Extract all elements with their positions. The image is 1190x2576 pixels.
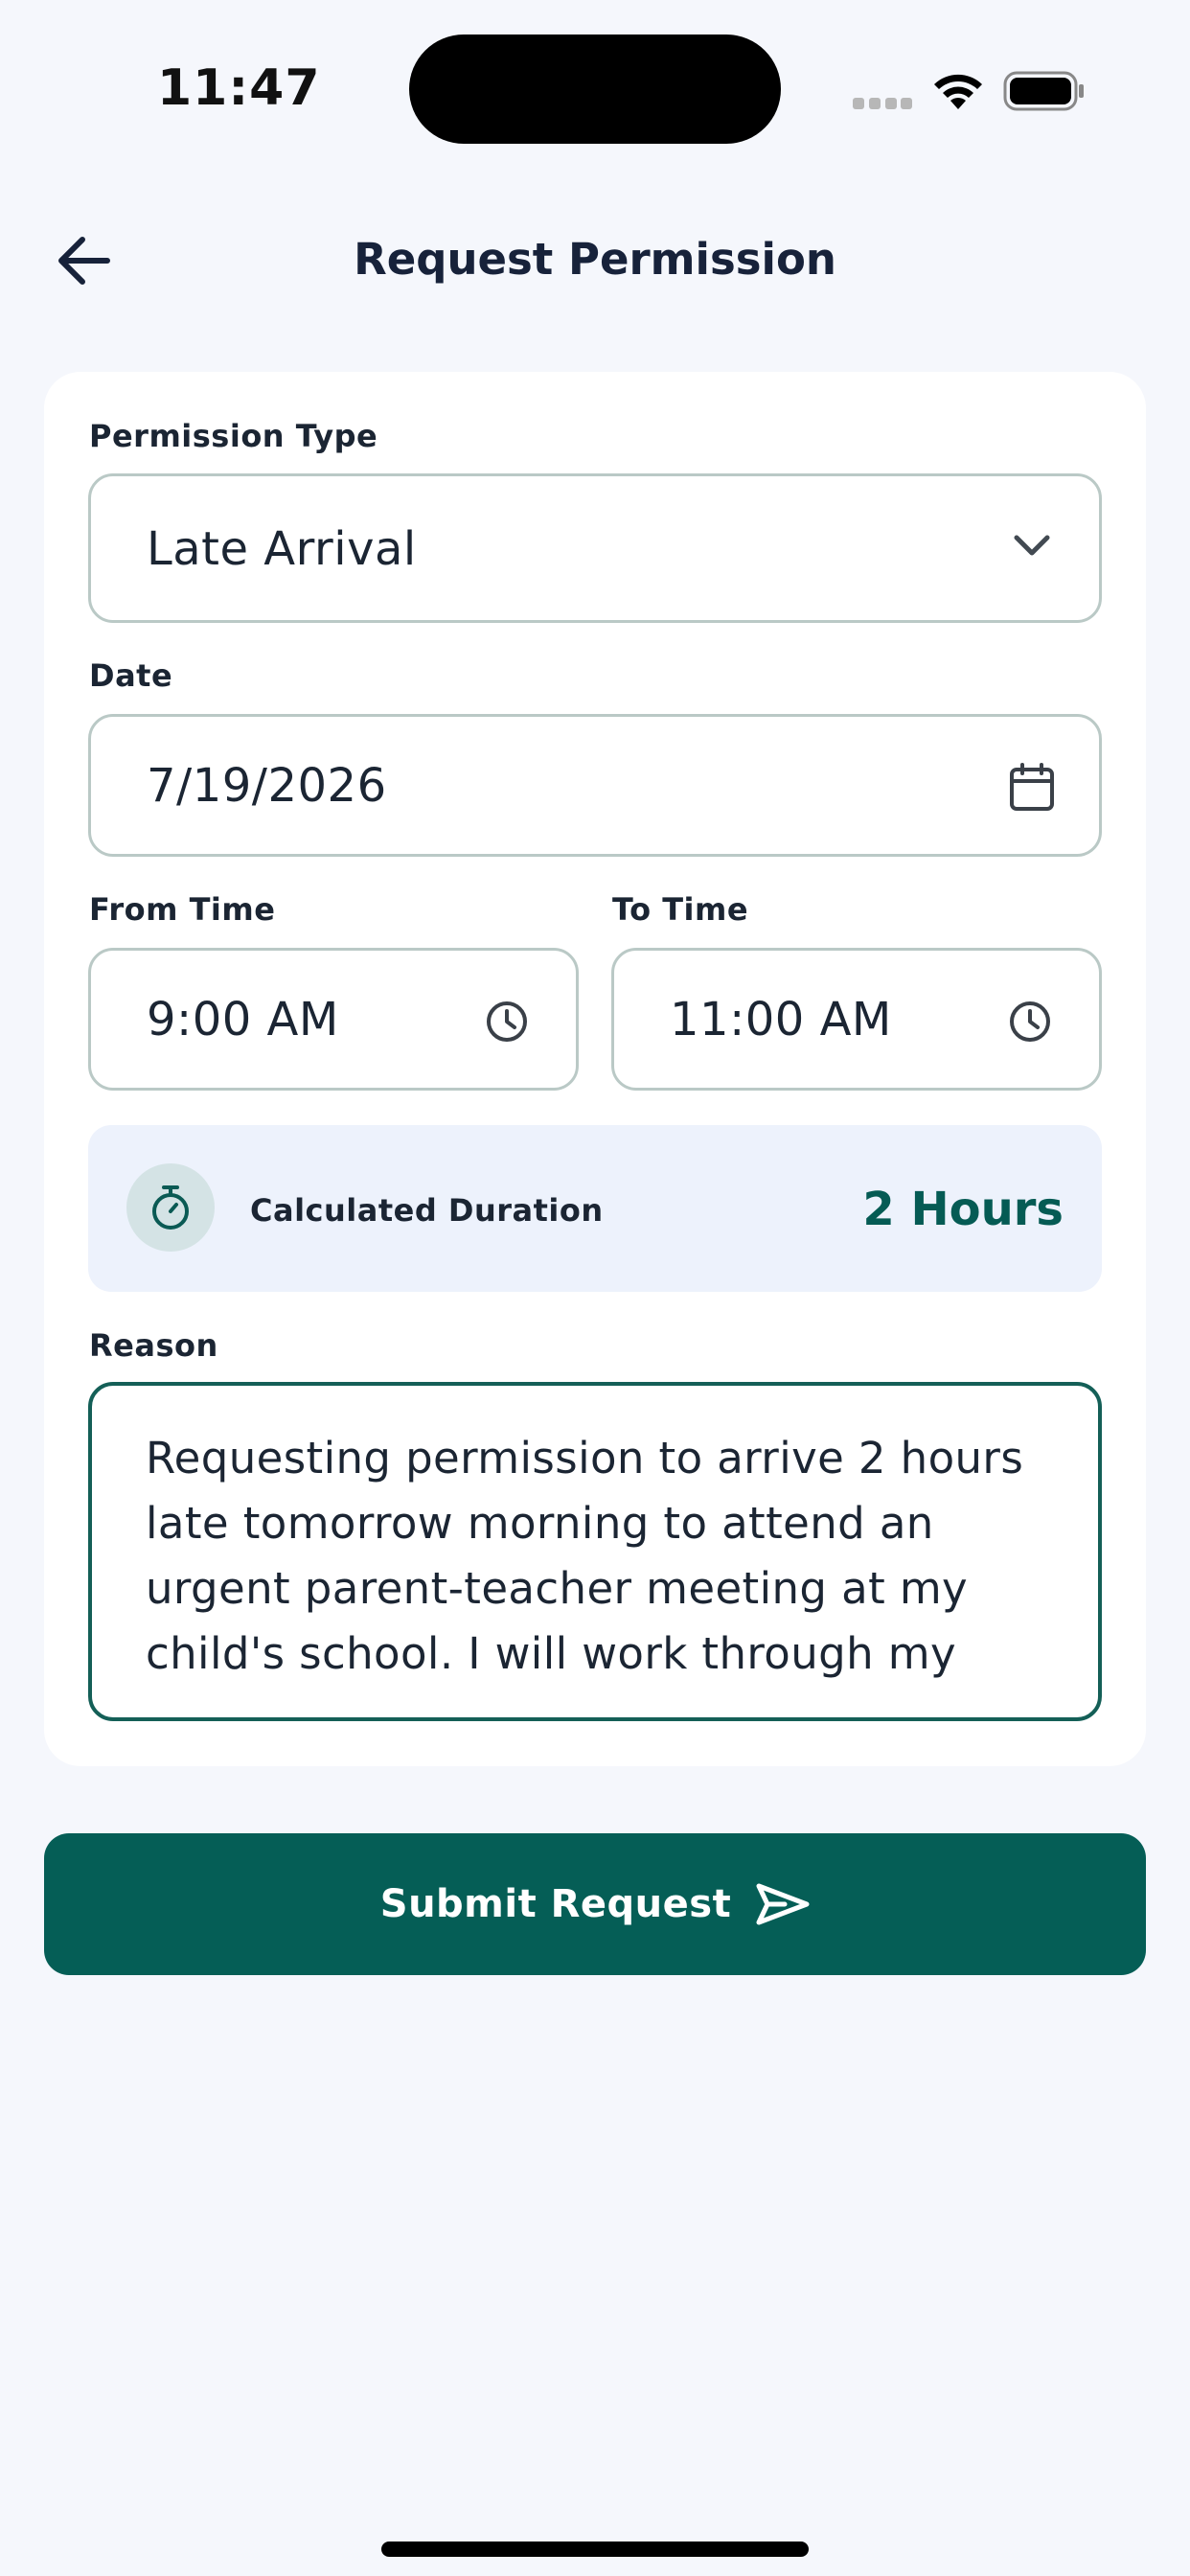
duration-value: 2 Hours — [862, 1183, 1064, 1236]
from-time-value: 9:00 AM — [147, 993, 339, 1046]
clock-icon — [1010, 1001, 1050, 1042]
wifi-icon — [934, 74, 982, 109]
status-time: 11:47 — [157, 59, 321, 117]
page-title: Request Permission — [354, 234, 836, 285]
duration-panel: Calculated Duration 2 Hours — [88, 1125, 1102, 1292]
reason-text: Requesting permission to arrive 2 hours … — [146, 1433, 1024, 1679]
dynamic-island — [409, 34, 781, 144]
reason-textarea[interactable]: Requesting permission to arrive 2 hours … — [88, 1382, 1102, 1721]
to-time-field[interactable]: 11:00 AM — [611, 948, 1102, 1091]
date-label: Date — [89, 657, 173, 694]
battery-icon — [1003, 71, 1084, 111]
stopwatch-icon — [152, 1185, 189, 1230]
clock-icon — [487, 1001, 527, 1042]
submit-request-button[interactable]: Submit Request — [44, 1833, 1146, 1975]
date-value: 7/19/2026 — [147, 759, 387, 813]
screen: 11:47 Request Permission Permission Type… — [0, 0, 1190, 2576]
date-field[interactable]: 7/19/2026 — [88, 714, 1102, 857]
permission-type-label: Permission Type — [89, 418, 378, 454]
permission-type-select[interactable]: Late Arrival — [88, 473, 1102, 623]
chevron-down-icon — [1014, 535, 1050, 556]
duration-label: Calculated Duration — [250, 1192, 604, 1229]
from-time-field[interactable]: 9:00 AM — [88, 948, 579, 1091]
calendar-icon — [1010, 763, 1054, 811]
send-icon — [756, 1883, 810, 1925]
timer-badge — [126, 1163, 215, 1252]
cellular-signal-icon — [853, 98, 912, 109]
home-indicator — [381, 2542, 809, 2557]
reason-label: Reason — [89, 1327, 218, 1364]
to-time-value: 11:00 AM — [670, 993, 892, 1046]
submit-label: Submit Request — [379, 1882, 732, 1926]
from-time-label: From Time — [89, 891, 276, 928]
to-time-label: To Time — [612, 891, 749, 928]
permission-type-value: Late Arrival — [147, 522, 417, 576]
